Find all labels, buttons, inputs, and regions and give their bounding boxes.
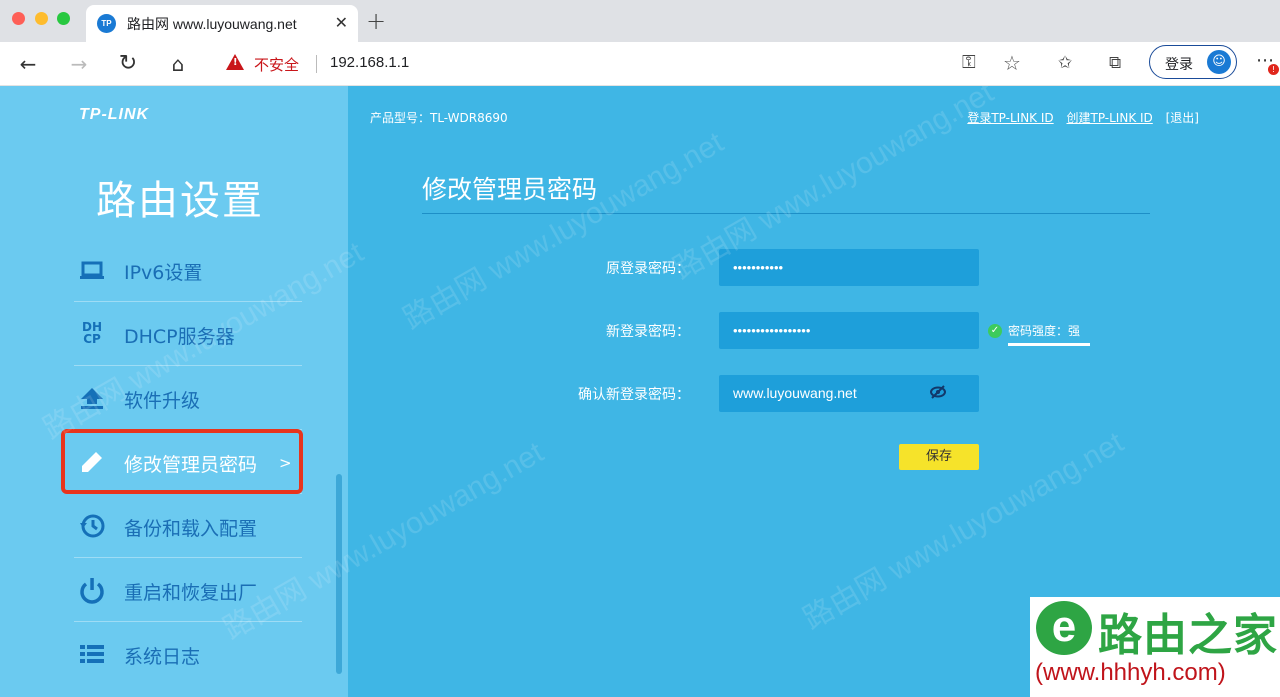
- sidebar: TP-LINK 路由设置 IPv6设置 DH CP DHCP服务器 软件升级 修…: [0, 86, 348, 697]
- new-password-input[interactable]: •••••••••••••••••: [719, 312, 979, 349]
- sidebar-title: 路由设置: [96, 178, 264, 224]
- back-arrow-icon[interactable]: ←: [15, 51, 41, 77]
- power-icon: [78, 576, 106, 604]
- login-button[interactable]: 登录 ☺: [1149, 45, 1237, 79]
- sidebar-item-label: 备份和载入配置: [124, 518, 258, 540]
- browser-tab[interactable]: TP 路由网 www.luyouwang.net ✕: [86, 5, 358, 42]
- collections-icon[interactable]: ⧉: [1109, 53, 1121, 73]
- strength-bar: [1008, 343, 1090, 346]
- window-minimize-button[interactable]: [35, 12, 48, 25]
- favorites-icon[interactable]: ✩: [1058, 53, 1072, 73]
- new-password-row: 新登录密码： ••••••••••••••••• ✓ 密码强度：强: [348, 312, 1280, 349]
- tab-title: 路由网 www.luyouwang.net: [127, 16, 297, 32]
- dhcp-icon: DH CP: [81, 320, 102, 346]
- sidebar-scrollbar[interactable]: [336, 474, 342, 674]
- old-password-input[interactable]: •••••••••••: [719, 249, 979, 286]
- confirm-password-label: 确认新登录密码：: [578, 387, 690, 403]
- sidebar-item-syslog[interactable]: 系统日志: [74, 622, 302, 686]
- tab-close-icon[interactable]: ✕: [335, 14, 348, 32]
- login-tplink-id-link[interactable]: 登录TP-LINK ID: [967, 111, 1053, 125]
- logout-link[interactable]: [退出]: [1166, 111, 1199, 125]
- sidebar-item-reboot[interactable]: 重启和恢复出厂: [74, 558, 302, 622]
- upload-icon: [78, 384, 106, 412]
- login-label: 登录: [1165, 57, 1193, 73]
- sidebar-item-upgrade[interactable]: 软件升级: [74, 366, 302, 430]
- logo-name: 路由之家: [1098, 610, 1278, 661]
- notification-badge: !: [1268, 64, 1279, 75]
- tab-favicon-icon: TP: [97, 14, 116, 33]
- account-links: 登录TP-LINK ID 创建TP-LINK ID [退出]: [958, 109, 1199, 126]
- forward-arrow-icon[interactable]: →: [66, 51, 92, 77]
- page-title: 修改管理员密码: [422, 175, 598, 204]
- old-password-label: 原登录密码：: [606, 261, 690, 277]
- warning-icon: [226, 54, 244, 70]
- address-bar[interactable]: 不安全 192.168.1.1 ⚿ ☆: [210, 46, 1046, 82]
- window-close-button[interactable]: [12, 12, 25, 25]
- sidebar-item-label: DHCP服务器: [124, 326, 235, 348]
- browser-toolbar: ← → ↻ ⌂ 不安全 192.168.1.1 ⚿ ☆ ✩ ⧉ 登录 ☺ ⋯ !: [0, 42, 1280, 86]
- logo-url: (www.hhhyh.com): [1035, 659, 1226, 686]
- sidebar-item-label: 系统日志: [124, 646, 201, 668]
- sidebar-item-backup[interactable]: 备份和载入配置: [74, 494, 302, 558]
- restore-icon: [78, 512, 106, 540]
- check-icon: ✓: [988, 324, 1002, 338]
- confirm-password-row: 确认新登录密码： www.luyouwang.net: [348, 375, 1280, 412]
- create-tplink-id-link[interactable]: 创建TP-LINK ID: [1066, 111, 1152, 125]
- laptop-icon: [78, 256, 106, 284]
- key-icon[interactable]: ⚿: [962, 52, 976, 73]
- product-model: 产品型号：TL-WDR8690: [370, 111, 508, 125]
- highlight-box: [61, 429, 303, 494]
- sidebar-item-label: 重启和恢复出厂: [124, 582, 258, 604]
- strength-label: 密码强度：强: [1008, 324, 1081, 338]
- url-text[interactable]: 192.168.1.1: [330, 54, 409, 71]
- title-divider: [422, 213, 1150, 214]
- browser-tab-bar: TP 路由网 www.luyouwang.net ✕ +: [0, 0, 1280, 42]
- insecure-label[interactable]: 不安全: [254, 54, 299, 75]
- logo-e-icon: e: [1036, 601, 1092, 655]
- tp-link-logo: TP-LINK: [79, 106, 150, 123]
- hhhyh-logo: e 路由之家 (www.hhhyh.com): [1030, 597, 1280, 697]
- sidebar-item-ipv6[interactable]: IPv6设置: [74, 238, 302, 302]
- new-tab-button[interactable]: +: [366, 6, 386, 36]
- home-icon[interactable]: ⌂: [165, 51, 191, 77]
- sidebar-item-label: 软件升级: [124, 390, 201, 412]
- new-password-label: 新登录密码：: [606, 324, 690, 340]
- save-button[interactable]: 保存: [899, 444, 979, 470]
- sidebar-item-dhcp[interactable]: DH CP DHCP服务器: [74, 302, 302, 366]
- sidebar-item-label: IPv6设置: [124, 262, 203, 284]
- reload-icon[interactable]: ↻: [115, 51, 141, 77]
- star-icon[interactable]: ☆: [1003, 51, 1021, 75]
- list-icon: [78, 640, 106, 668]
- address-separator: [316, 55, 317, 73]
- old-password-row: 原登录密码： •••••••••••: [348, 249, 1280, 286]
- window-maximize-button[interactable]: [57, 12, 70, 25]
- avatar-icon: ☺: [1207, 50, 1231, 74]
- eye-slash-icon[interactable]: [929, 384, 947, 404]
